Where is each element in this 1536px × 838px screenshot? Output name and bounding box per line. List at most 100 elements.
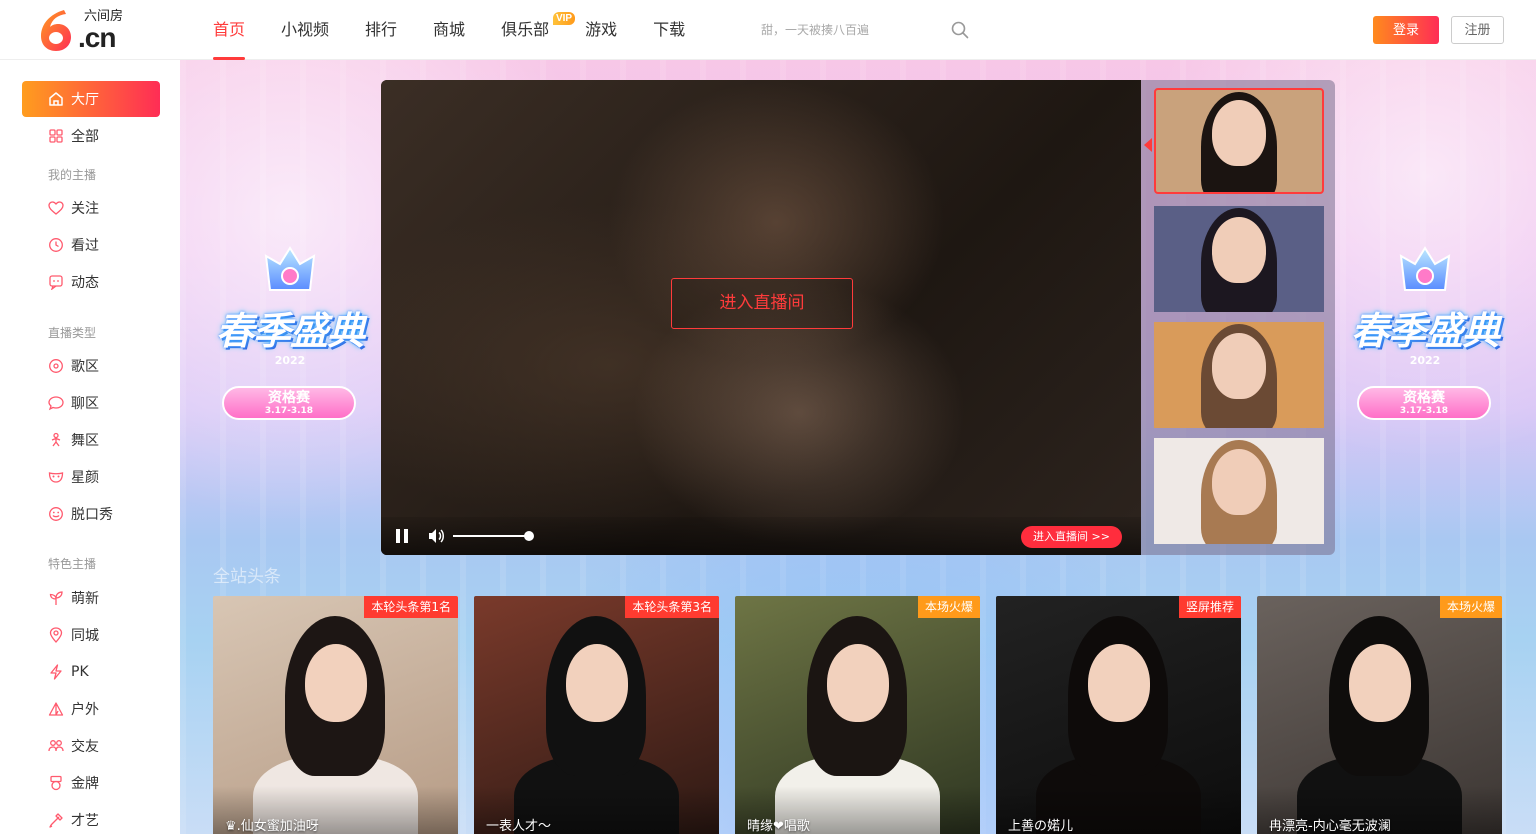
nav-club-label: 俱乐部 bbox=[501, 20, 550, 39]
sidebar-item-talent[interactable]: 才艺 bbox=[22, 802, 160, 838]
site-logo[interactable]: 六间房 .cn bbox=[38, 8, 133, 54]
live-video-player[interactable]: 进入直播间 进入直播间 >> bbox=[381, 80, 1141, 555]
stream-card[interactable]: 本场火爆 冉漂亮-内心毫无波澜 bbox=[1257, 596, 1502, 834]
search-input[interactable] bbox=[745, 14, 975, 46]
volume-fill bbox=[453, 535, 529, 537]
sidebar-group-type: 直播类型 bbox=[48, 326, 97, 340]
sidebar-item-local[interactable]: 同城 bbox=[22, 617, 160, 653]
login-button[interactable]: 登录 bbox=[1373, 16, 1439, 44]
tent-icon bbox=[48, 702, 64, 716]
emblem-pill-dates: 3.17-3.18 bbox=[264, 406, 314, 416]
sidebar-item-friends[interactable]: 交友 bbox=[22, 728, 160, 764]
sidebar-item-label: PK bbox=[71, 664, 89, 680]
sidebar-item-dance[interactable]: 舞区 bbox=[22, 422, 160, 458]
enter-live-room-small-button[interactable]: 进入直播间 >> bbox=[1021, 526, 1122, 548]
nav-club[interactable]: 俱乐部 VIP bbox=[501, 0, 576, 60]
emblem-year: 2022 bbox=[1409, 354, 1441, 367]
volume-icon[interactable] bbox=[427, 527, 445, 545]
portrait-face bbox=[1088, 644, 1150, 722]
sidebar-item-label: 全部 bbox=[71, 129, 99, 145]
nav-download[interactable]: 下载 bbox=[653, 0, 685, 60]
sidebar-item-label: 脱口秀 bbox=[71, 507, 113, 523]
sidebar-item-newbie[interactable]: 萌新 bbox=[22, 580, 160, 616]
sidebar-item-label: 才艺 bbox=[71, 813, 99, 829]
card-title: 上善の婼儿 bbox=[1008, 819, 1074, 834]
stream-card[interactable]: 竖屏推荐 上善の婼儿 bbox=[996, 596, 1241, 834]
pause-icon[interactable] bbox=[395, 528, 409, 544]
portrait-face bbox=[827, 644, 889, 722]
sidebar-item-star[interactable]: 星颜 bbox=[22, 459, 160, 495]
emblem-pill: 资格赛 3.17-3.18 bbox=[1357, 386, 1491, 420]
nav-games[interactable]: 游戏 bbox=[585, 0, 617, 60]
volume-slider[interactable] bbox=[453, 531, 534, 541]
stream-thumbnail[interactable] bbox=[1154, 206, 1324, 312]
portrait-face bbox=[566, 644, 628, 722]
sidebar-item-talkshow[interactable]: 脱口秀 bbox=[22, 496, 160, 532]
sidebar-item-label: 户外 bbox=[71, 702, 99, 718]
event-emblem-left[interactable]: 春季盛典 2022 资格赛 3.17-3.18 bbox=[200, 246, 380, 436]
sidebar-item-all[interactable]: 全部 bbox=[22, 118, 160, 154]
music-icon bbox=[49, 359, 63, 373]
sidebar-item-label: 萌新 bbox=[71, 591, 99, 607]
register-button[interactable]: 注册 bbox=[1451, 16, 1504, 44]
sidebar-item-gold[interactable]: 金牌 bbox=[22, 765, 160, 801]
sidebar-item-chat[interactable]: 聊区 bbox=[22, 385, 160, 421]
chat-icon bbox=[48, 396, 64, 411]
portrait-face bbox=[1212, 332, 1266, 399]
medal-icon bbox=[50, 775, 62, 791]
sidebar-item-hall[interactable]: 大厅 bbox=[22, 81, 160, 117]
sidebar-item-label: 聊区 bbox=[71, 396, 99, 412]
card-title: ♛.仙女蜜加油呀 bbox=[225, 819, 319, 834]
card-tag: 本场火爆 bbox=[1439, 596, 1502, 618]
event-emblem-right[interactable]: 春季盛典 2022 资格赛 3.17-3.18 bbox=[1335, 246, 1515, 436]
card-title: 晴缘❤唱歌 bbox=[747, 819, 810, 834]
sidebar-item-watched[interactable]: 看过 bbox=[22, 227, 160, 263]
stream-card[interactable]: 本轮头条第1名 ♛.仙女蜜加油呀 bbox=[213, 596, 458, 834]
emblem-title: 春季盛典 bbox=[1350, 309, 1500, 353]
portrait-face bbox=[305, 644, 367, 722]
stream-card[interactable]: 本场火爆 晴缘❤唱歌 bbox=[735, 596, 980, 834]
grid-icon bbox=[49, 129, 63, 143]
volume-knob[interactable] bbox=[524, 531, 534, 541]
lightning-icon bbox=[50, 664, 62, 680]
sidebar-item-label: 金牌 bbox=[71, 776, 99, 792]
search-icon[interactable] bbox=[951, 21, 969, 39]
main-content: 春季盛典 2022 资格赛 3.17-3.18 春季盛典 2022 资格赛 3.… bbox=[180, 60, 1536, 834]
location-icon bbox=[49, 627, 63, 643]
nav-short-video[interactable]: 小视频 bbox=[281, 0, 329, 60]
sidebar-item-label: 关注 bbox=[71, 201, 99, 217]
dance-icon bbox=[51, 432, 61, 447]
search-box bbox=[745, 14, 975, 46]
feed-icon bbox=[49, 275, 63, 290]
main-nav: 首页 小视频 排行 商城 俱乐部 VIP 游戏 下载 bbox=[213, 0, 721, 60]
sidebar-item-label: 看过 bbox=[71, 238, 99, 254]
sidebar-item-outdoor[interactable]: 户外 bbox=[22, 691, 160, 727]
card-tag: 本轮头条第1名 bbox=[364, 596, 458, 618]
sidebar-item-pk[interactable]: PK bbox=[22, 654, 160, 690]
nav-mall[interactable]: 商城 bbox=[433, 0, 465, 60]
card-title: 一表人才～ bbox=[486, 819, 552, 834]
sidebar-group-my: 我的主播 bbox=[48, 168, 97, 182]
stream-thumbnail[interactable] bbox=[1154, 88, 1324, 194]
stream-card[interactable]: 本轮头条第3名 一表人才～ bbox=[474, 596, 719, 834]
stream-thumbnail[interactable] bbox=[1154, 438, 1324, 544]
card-title: 冉漂亮-内心毫无波澜 bbox=[1269, 819, 1391, 834]
sidebar-group-feature: 特色主播 bbox=[48, 557, 97, 571]
talkshow-icon bbox=[49, 507, 63, 521]
home-icon bbox=[49, 92, 63, 106]
top-header: 六间房 .cn 首页 小视频 排行 商城 俱乐部 VIP 游戏 下载 登录 注册 bbox=[0, 0, 1536, 60]
sidebar-item-music[interactable]: 歌区 bbox=[22, 348, 160, 384]
recommended-streams bbox=[1141, 80, 1335, 555]
nav-home[interactable]: 首页 bbox=[213, 0, 246, 60]
sidebar-item-label: 歌区 bbox=[71, 359, 99, 375]
sidebar-item-feed[interactable]: 动态 bbox=[22, 264, 160, 300]
emblem-pill-label: 资格赛 bbox=[1403, 390, 1445, 406]
enter-live-room-button[interactable]: 进入直播间 bbox=[671, 278, 853, 329]
card-tag: 本轮头条第3名 bbox=[625, 596, 719, 618]
emblem-pill-label: 资格赛 bbox=[268, 390, 310, 406]
palette-icon bbox=[49, 813, 63, 828]
nav-ranking[interactable]: 排行 bbox=[365, 0, 397, 60]
sidebar-item-follow[interactable]: 关注 bbox=[22, 190, 160, 226]
sidebar-item-label: 星颜 bbox=[71, 470, 99, 486]
stream-thumbnail[interactable] bbox=[1154, 322, 1324, 428]
